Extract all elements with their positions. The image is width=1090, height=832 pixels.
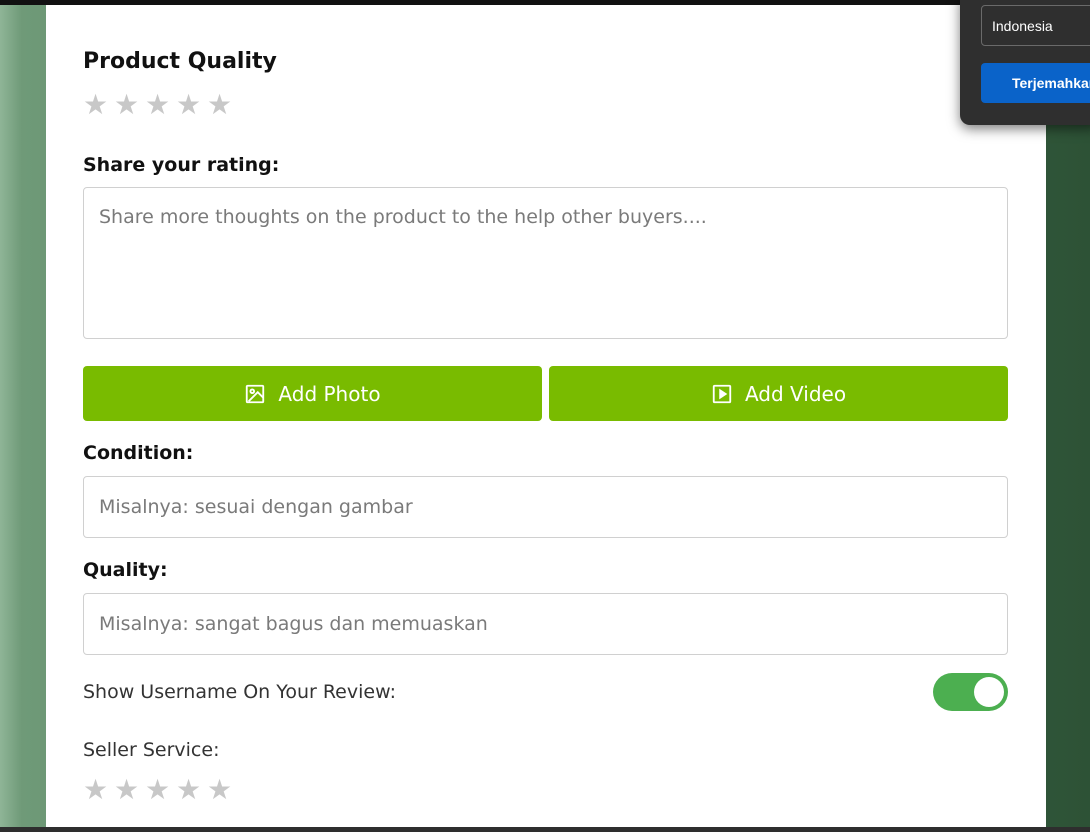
seller-service-stars[interactable]: ★ ★ ★ ★ ★: [83, 776, 232, 804]
share-rating-label: Share your rating:: [83, 154, 280, 176]
add-video-button[interactable]: Add Video: [549, 366, 1008, 421]
condition-input[interactable]: [83, 476, 1008, 538]
quality-label: Quality:: [83, 559, 168, 581]
quality-input[interactable]: [83, 593, 1008, 655]
add-photo-label: Add Photo: [278, 381, 381, 406]
star-icon[interactable]: ★: [207, 91, 232, 119]
star-icon[interactable]: ★: [83, 776, 108, 804]
window-bottom-bar: [0, 827, 1090, 832]
translate-popup: Indonesia Terjemahkan: [960, 0, 1090, 125]
add-photo-button[interactable]: Add Photo: [83, 366, 542, 421]
star-icon[interactable]: ★: [83, 91, 108, 119]
show-username-toggle[interactable]: [933, 673, 1008, 711]
add-video-label: Add Video: [744, 381, 847, 406]
review-form-panel: Product Quality ★ ★ ★ ★ ★ Share your rat…: [46, 5, 1046, 827]
star-icon[interactable]: ★: [145, 776, 170, 804]
star-icon[interactable]: ★: [145, 91, 170, 119]
show-username-label: Show Username On Your Review:: [83, 681, 396, 703]
toggle-knob: [974, 677, 1004, 707]
star-icon[interactable]: ★: [176, 776, 201, 804]
video-play-icon: [712, 384, 732, 403]
star-icon[interactable]: ★: [114, 776, 139, 804]
translate-button[interactable]: Terjemahkan: [981, 63, 1090, 103]
share-rating-textarea[interactable]: [83, 187, 1008, 339]
star-icon[interactable]: ★: [207, 776, 232, 804]
seller-service-label: Seller Service:: [83, 739, 220, 761]
condition-label: Condition:: [83, 442, 194, 464]
product-quality-title: Product Quality: [83, 49, 277, 74]
star-icon[interactable]: ★: [114, 91, 139, 119]
language-select[interactable]: Indonesia: [981, 5, 1090, 46]
star-icon[interactable]: ★: [176, 91, 201, 119]
product-quality-stars[interactable]: ★ ★ ★ ★ ★: [83, 91, 232, 119]
image-icon: [246, 384, 265, 403]
